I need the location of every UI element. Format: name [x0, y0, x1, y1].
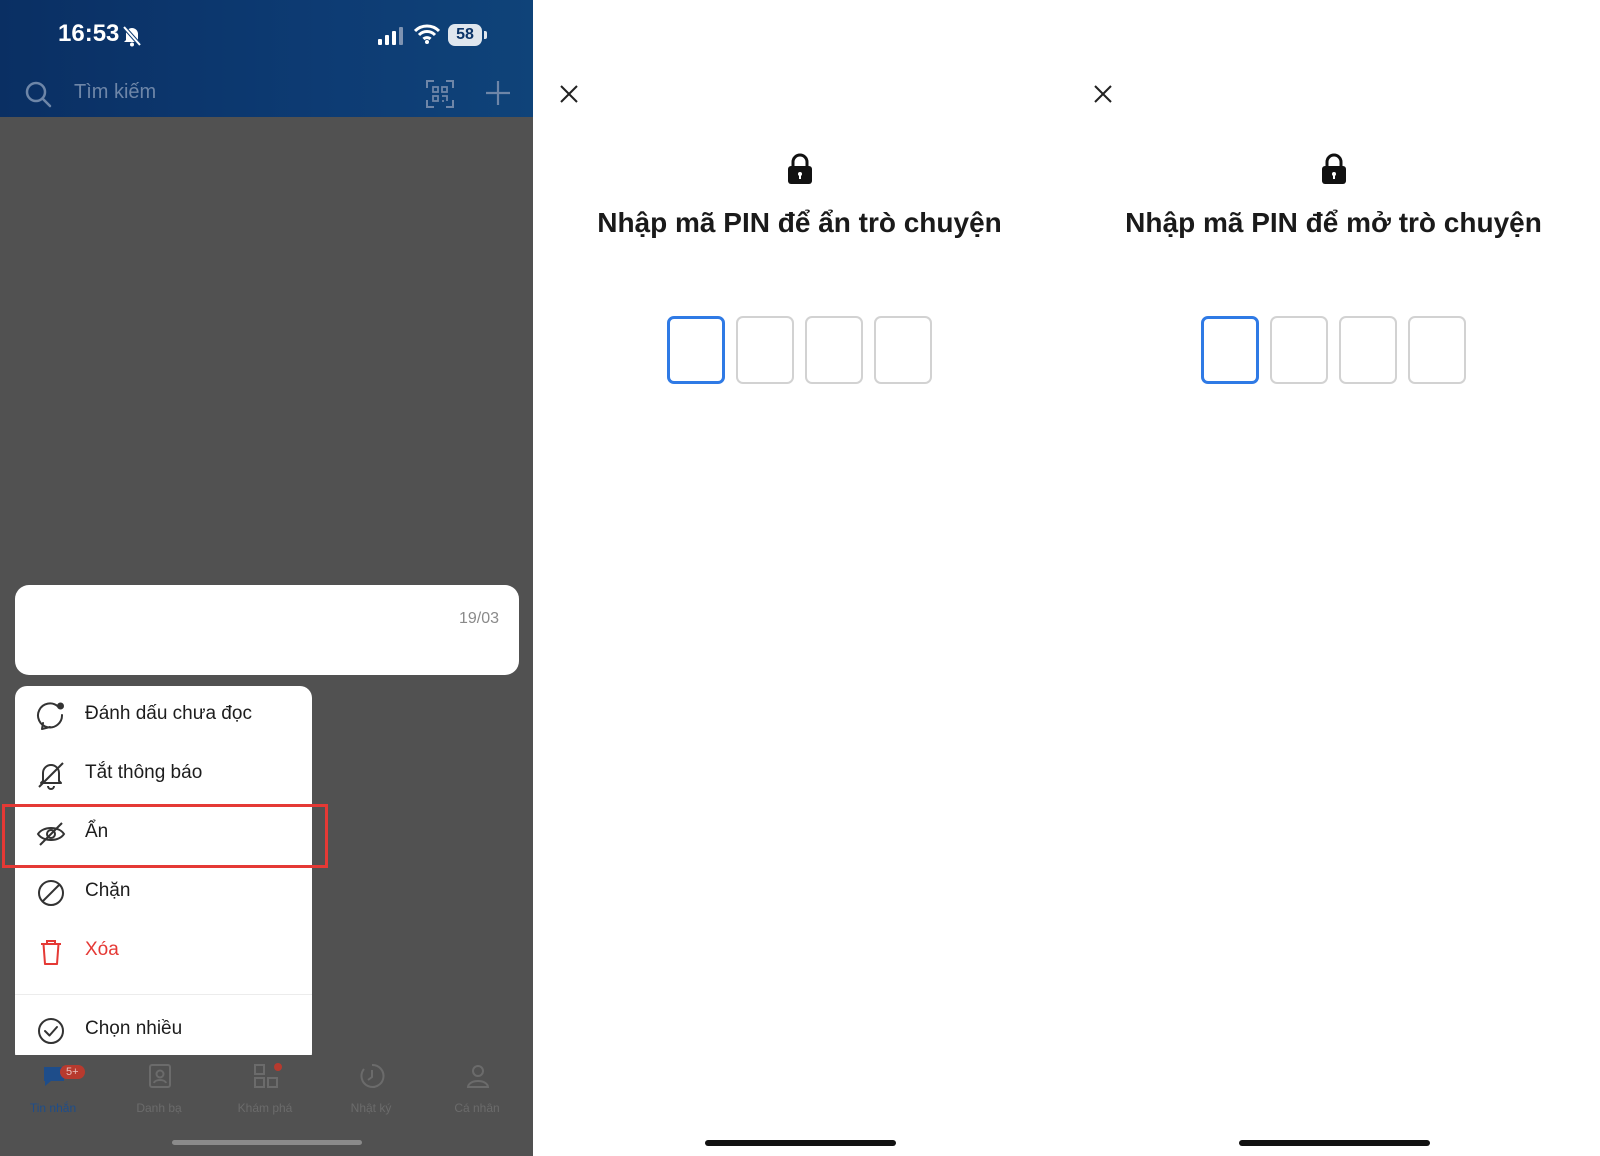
pin-digit-1[interactable] — [1201, 316, 1259, 384]
menu-item-mark-unread[interactable]: Đánh dấu chưa đọc — [15, 686, 312, 744]
pin-digit-4[interactable] — [874, 316, 932, 384]
menu-item-label: Chặn — [85, 880, 131, 901]
home-indicator — [172, 1140, 362, 1145]
search-icon[interactable] — [24, 80, 52, 108]
wifi-icon — [414, 24, 440, 44]
tab-profile[interactable]: Cá nhân — [424, 1055, 530, 1125]
home-indicator — [705, 1140, 896, 1146]
bell-off-icon — [38, 762, 64, 790]
menu-item-label: Tắt thông báo — [85, 762, 203, 783]
pin-unhide-screen: Nhập mã PIN để mở trò chuyện — [1067, 0, 1600, 1156]
clock-icon — [360, 1063, 385, 1088]
close-icon[interactable] — [559, 84, 579, 104]
menu-item-delete[interactable]: Xóa — [15, 922, 312, 980]
trash-icon — [41, 940, 61, 965]
tab-label: Tin nhắn — [29, 1101, 77, 1115]
pin-digit-1[interactable] — [667, 316, 725, 384]
block-icon — [38, 880, 64, 906]
unread-chat-icon — [37, 702, 64, 730]
chat-list-screen: 16:53 58 Tìm kiếm 19/03 Đánh dấu chưa đọ… — [0, 0, 533, 1156]
search-input[interactable] — [74, 78, 374, 106]
highlight-box — [2, 804, 328, 868]
menu-item-label: Chọn nhiều — [85, 1018, 183, 1039]
tab-contacts[interactable]: Danh bạ — [106, 1055, 212, 1125]
menu-item-label: Xóa — [85, 939, 119, 960]
app-header: 16:53 58 — [0, 0, 533, 117]
battery-indicator: 58 — [448, 24, 482, 46]
pin-title: Nhập mã PIN để mở trò chuyện — [1125, 207, 1542, 238]
signal-icon — [378, 27, 403, 45]
pin-digit-3[interactable] — [1339, 316, 1397, 384]
menu-divider — [15, 994, 312, 995]
person-icon — [466, 1065, 490, 1088]
pin-digit-2[interactable] — [736, 316, 794, 384]
lock-icon — [1322, 153, 1346, 184]
contacts-icon — [149, 1064, 171, 1088]
tab-messages[interactable]: 5+ Tin nhắn — [0, 1055, 106, 1125]
bell-off-icon — [122, 25, 142, 47]
pin-digit-4[interactable] — [1408, 316, 1466, 384]
status-time: 16:53 — [58, 20, 120, 47]
menu-item-label: Đánh dấu chưa đọc — [85, 703, 252, 724]
lock-icon — [788, 153, 812, 184]
tab-label: Danh bạ — [136, 1101, 182, 1115]
menu-item-select-multiple[interactable]: Chọn nhiều — [15, 1001, 312, 1059]
unread-badge: 5+ — [60, 1065, 85, 1079]
chat-date: 19/03 — [458, 610, 499, 627]
pin-title: Nhập mã PIN để ẩn trò chuyện — [597, 207, 1002, 238]
notification-dot — [274, 1063, 282, 1071]
check-circle-icon — [38, 1018, 64, 1044]
pin-digit-3[interactable] — [805, 316, 863, 384]
pin-hide-screen: Nhập mã PIN để ẩn trò chuyện — [533, 0, 1066, 1156]
menu-item-mute[interactable]: Tắt thông báo — [15, 745, 312, 803]
tab-discover[interactable]: Khám phá — [212, 1055, 318, 1125]
pin-digit-2[interactable] — [1270, 316, 1328, 384]
plus-icon[interactable] — [485, 80, 511, 106]
menu-item-block[interactable]: Chặn — [15, 863, 312, 921]
selected-chat-item[interactable]: 19/03 — [15, 585, 519, 675]
tab-label: Cá nhân — [454, 1101, 500, 1115]
tab-label: Nhật ký — [350, 1101, 392, 1115]
context-menu: Đánh dấu chưa đọc Tắt thông báo Ẩn Chặn … — [15, 686, 312, 1065]
close-icon[interactable] — [1093, 84, 1113, 104]
battery-tip — [484, 31, 487, 39]
tab-label: Khám phá — [237, 1101, 293, 1115]
tab-timeline[interactable]: Nhật ký — [318, 1055, 424, 1125]
qr-scan-icon[interactable] — [426, 80, 454, 108]
home-indicator — [1239, 1140, 1430, 1146]
